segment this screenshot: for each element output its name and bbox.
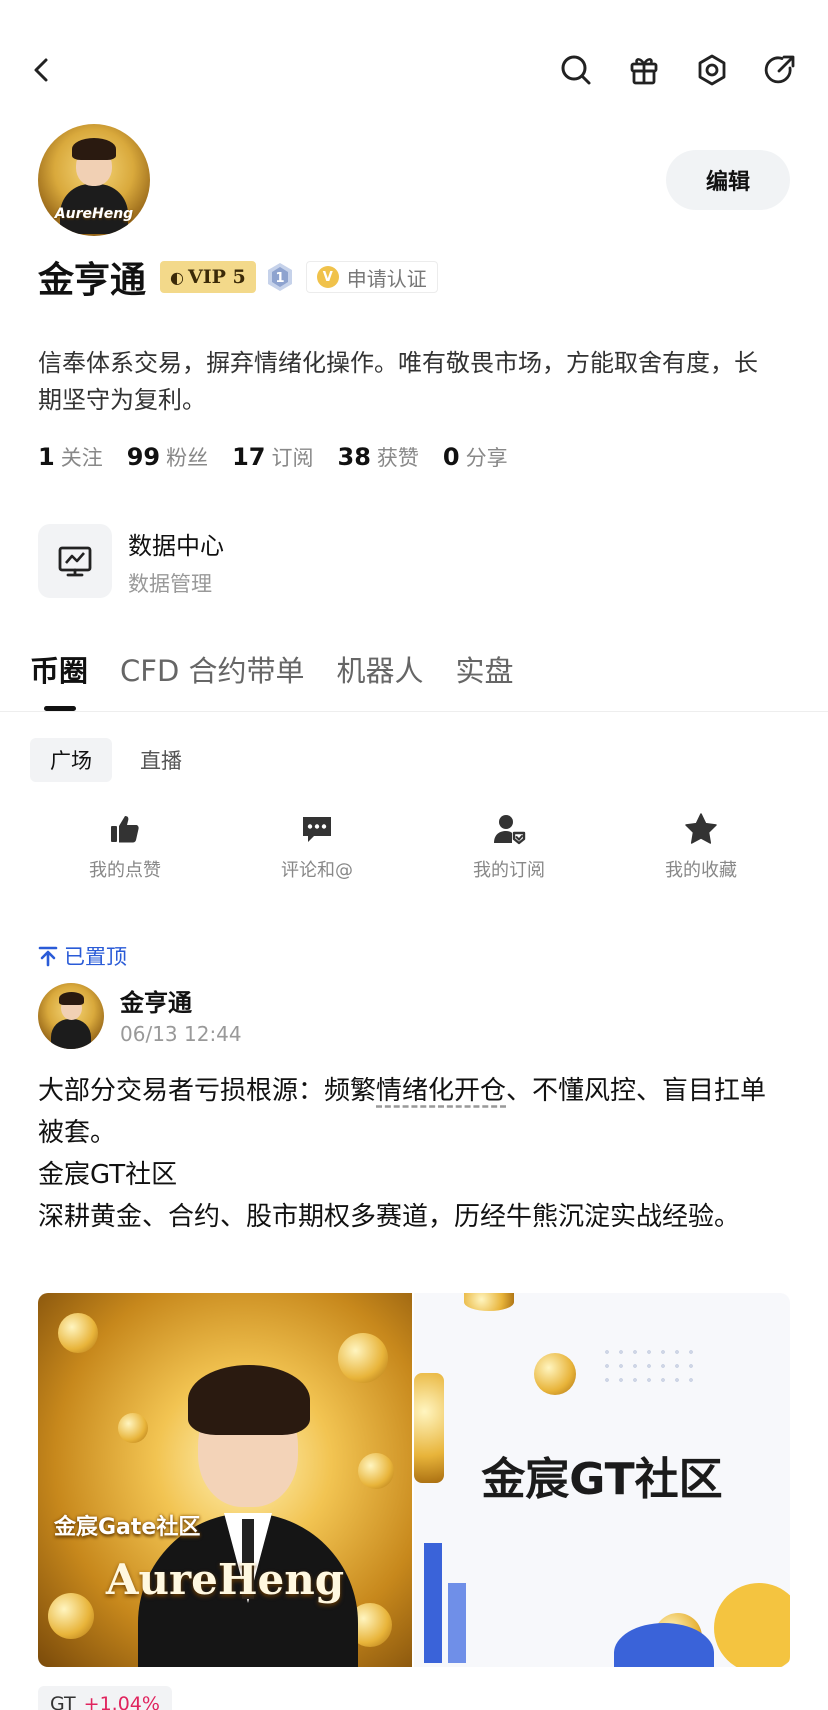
image1-logo-text: AureHeng xyxy=(105,1555,345,1604)
my-likes-label: 我的点赞 xyxy=(89,860,161,881)
stat-count: 17 xyxy=(232,443,266,471)
settings-icon xyxy=(698,54,726,86)
vip-badge[interactable]: ◐ VIP 5 xyxy=(160,261,256,293)
tab-live-account[interactable]: 实盘 xyxy=(456,648,514,690)
post-image-1[interactable]: 金宸Gate社区 AureHeng xyxy=(38,1293,412,1667)
level-shield-icon: 1 xyxy=(267,263,292,291)
my-favorites-label: 我的收藏 xyxy=(665,860,737,881)
search-button[interactable] xyxy=(554,48,598,92)
settings-button[interactable] xyxy=(690,48,734,92)
stat-shares[interactable]: 0 分享 xyxy=(443,442,508,472)
top-bar xyxy=(0,0,828,140)
profile-name: 金亨通 xyxy=(38,260,147,301)
profile-avatar[interactable]: AureHeng xyxy=(38,124,150,236)
stat-following[interactable]: 1 关注 xyxy=(38,442,103,472)
tabs-divider xyxy=(0,711,828,712)
pinned-indicator: 已置顶 xyxy=(38,941,127,971)
post-line: 深耕黄金、合约、股市期权多赛道，历经牛熊沉淀实战经验。 xyxy=(38,1202,741,1232)
subscribe-icon xyxy=(494,815,526,845)
coin-change: +1.04% xyxy=(83,1693,160,1710)
post-image-2[interactable]: 金宸GT社区 xyxy=(414,1293,790,1667)
profile-bio: 信奉体系交易，摒弃情绪化操作。唯有敬畏市场，方能取舍有度，长期坚守为复利。 xyxy=(38,349,758,414)
stat-followers[interactable]: 99 粉丝 xyxy=(127,442,208,472)
my-favorites-button[interactable]: 我的收藏 xyxy=(606,812,796,882)
pinned-label: 已置顶 xyxy=(64,945,127,969)
tab-crypto[interactable]: 币圈 xyxy=(30,648,88,690)
my-subscriptions-label: 我的订阅 xyxy=(473,860,545,881)
stat-count: 99 xyxy=(126,443,161,471)
stats-row: 1 关注 99 粉丝 17 订阅 38 获赞 0 分享 xyxy=(38,442,532,472)
post-author-avatar[interactable] xyxy=(38,983,104,1049)
star-icon xyxy=(685,813,717,844)
vip-label: VIP 5 xyxy=(187,266,246,288)
level-number: 1 xyxy=(275,271,284,286)
data-center-title[interactable]: 数据中心 xyxy=(128,526,224,561)
post-line: 金宸GT社区 xyxy=(38,1160,178,1190)
image2-title: 金宸GT社区 xyxy=(481,1454,723,1505)
stat-count: 38 xyxy=(337,443,371,471)
data-center-subtitle: 数据管理 xyxy=(128,572,212,596)
data-center-button[interactable] xyxy=(38,524,112,598)
tab-cfd-copy-trading[interactable]: CFD 合约带单 xyxy=(120,648,304,690)
post-author-name[interactable]: 金亨通 xyxy=(120,983,192,1018)
back-button[interactable] xyxy=(20,48,64,92)
comments-mentions-button[interactable]: 评论和@ xyxy=(222,812,412,882)
vip-icon: ◐ xyxy=(170,267,184,287)
level-badge[interactable]: 1 xyxy=(266,262,294,292)
edit-profile-button[interactable]: 编辑 xyxy=(666,150,790,210)
back-icon xyxy=(34,58,48,82)
avatar-logo-text: AureHeng xyxy=(54,206,134,222)
apply-verify-button[interactable]: V 申请认证 xyxy=(305,261,438,293)
subtab-live[interactable]: 直播 xyxy=(128,738,194,782)
stat-likes[interactable]: 38 获赞 xyxy=(338,442,419,472)
stat-label: 关注 xyxy=(60,446,103,470)
comments-mentions-label: 评论和@ xyxy=(281,860,353,881)
my-likes-button[interactable]: 我的点赞 xyxy=(30,812,220,882)
stat-subscriptions[interactable]: 17 订阅 xyxy=(232,442,313,472)
share-icon xyxy=(764,55,795,84)
gift-icon xyxy=(630,58,658,85)
stat-label: 获赞 xyxy=(376,446,419,470)
subtab-square[interactable]: 广场 xyxy=(30,738,112,782)
comment-icon xyxy=(303,817,331,842)
name-row: 金亨通 ◐ VIP 5 1 V 申请认证 xyxy=(38,252,438,302)
thumbs-up-icon xyxy=(111,816,139,843)
post-content[interactable]: 大部分交易者亏损根源：频繁情绪化开仓、不懂风控、盲目扛单被套。 金宸GT社区 深… xyxy=(38,1070,790,1238)
gift-button[interactable] xyxy=(622,48,666,92)
verify-label: 申请认证 xyxy=(346,266,427,291)
tab-bots[interactable]: 机器人 xyxy=(337,648,424,690)
image1-caption: 金宸Gate社区 xyxy=(54,1515,201,1540)
stat-label: 订阅 xyxy=(271,446,314,470)
monitor-chart-icon xyxy=(58,546,92,577)
share-button[interactable] xyxy=(758,48,802,92)
main-tabs: 币圈 CFD 合约带单 机器人 实盘 xyxy=(30,648,546,690)
post-line: 大部分交易者亏损根源：频繁情绪化开仓、不懂风控、盲目扛单被套。 xyxy=(38,1076,767,1148)
my-subscriptions-button[interactable]: 我的订阅 xyxy=(414,812,604,882)
coin-tag[interactable]: GT +1.04% xyxy=(38,1686,172,1710)
stat-count: 0 xyxy=(442,443,460,471)
search-icon xyxy=(561,55,591,85)
highlight-term[interactable]: 情绪化开仓 xyxy=(376,1076,506,1106)
stat-count: 1 xyxy=(38,443,55,471)
coin-symbol: GT xyxy=(50,1693,76,1710)
post-timestamp: 06/13 12:44 xyxy=(120,1022,242,1046)
stat-label: 分享 xyxy=(465,446,508,470)
pin-top-icon xyxy=(38,946,58,967)
stat-label: 粉丝 xyxy=(166,446,209,470)
verify-badge-icon: V xyxy=(316,266,339,288)
